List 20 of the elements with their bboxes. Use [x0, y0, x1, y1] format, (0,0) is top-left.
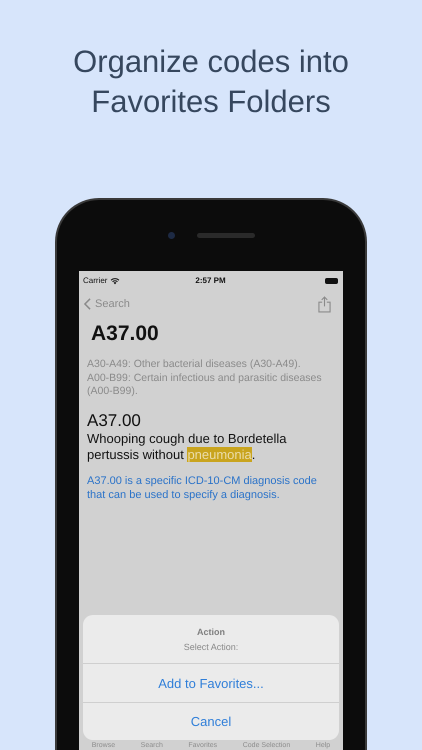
code-description: Whooping cough due to Bordetella pertussis without pneumonia. — [87, 430, 288, 462]
headline: Organize codes into Favorites Folders — [72, 43, 350, 121]
carrier-label: Carrier — [83, 276, 108, 285]
code-note: A37.00 is a specific ICD-10-CM diagnosis code that can be used to specify a diagnosis. — [87, 474, 318, 502]
share-icon[interactable] — [318, 296, 331, 312]
code-label: A37.00 — [87, 410, 142, 430]
chevron-icon — [84, 298, 91, 310]
wifi-icon — [110, 276, 120, 284]
cancel-button[interactable]: Cancel — [83, 702, 339, 740]
back-button[interactable]: Search — [84, 298, 130, 310]
sheet-title: Action — [197, 626, 225, 636]
camera-icon — [168, 232, 174, 239]
battery-icon — [324, 278, 338, 284]
category-text: A30-A49: Other bacterial diseases (A30-A49). — [87, 358, 302, 372]
category-text: A00-B99: Certain infectious and parasitic diseases (A00-B99). — [87, 372, 323, 398]
sheet-message: Select Action: — [184, 642, 238, 652]
code-title: A37.00 — [91, 322, 160, 346]
action-button[interactable]: Add to Favorites... — [83, 664, 339, 702]
status-time: 2:57 PM — [195, 276, 226, 285]
speaker-icon — [196, 233, 254, 238]
